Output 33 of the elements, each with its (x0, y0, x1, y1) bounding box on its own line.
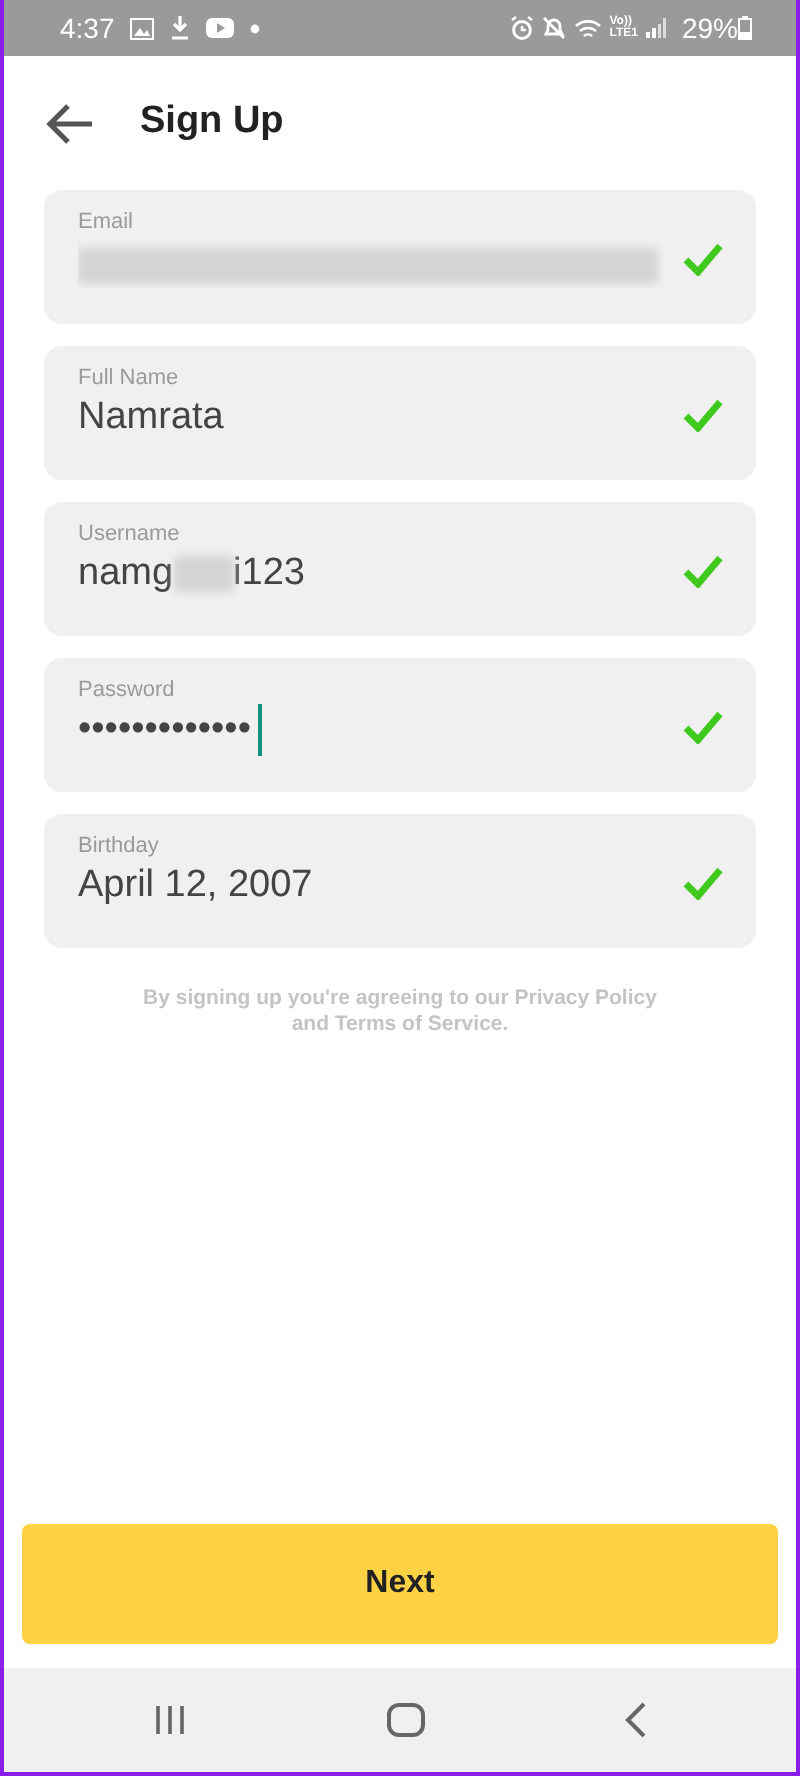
redacted-value (173, 555, 234, 592)
field-value: ••••••••••••• (78, 708, 251, 751)
battery-icon (738, 16, 752, 40)
field-label: Email (78, 210, 136, 236)
field-value: i123 (233, 552, 305, 594)
home-button[interactable] (385, 1702, 426, 1738)
clock-time: 4:37 (60, 9, 115, 47)
alarm-icon (509, 16, 534, 40)
field-label: Full Name (78, 366, 181, 392)
form-field[interactable]: Birthday April 12, 2007 (44, 814, 756, 948)
form-field[interactable]: Password ••••••••••••• (44, 658, 756, 792)
image-icon (130, 17, 155, 39)
download-icon (170, 16, 191, 40)
form-field[interactable]: Username namg i123 (44, 502, 756, 636)
field-value: April 12, 2007 (78, 864, 313, 906)
form-field[interactable]: Full Name Namrata (44, 346, 756, 480)
page-title: Sign Up (140, 98, 284, 147)
terms-text: By signing up you're agreeing to our Privacy Policy and Terms of Service. (141, 986, 659, 1038)
play-icon (206, 18, 235, 38)
mute-icon (541, 16, 566, 40)
field-label: Username (78, 522, 182, 548)
dot-icon (250, 23, 261, 33)
back-nav-button[interactable] (624, 1702, 649, 1738)
field-label: Birthday (78, 834, 161, 860)
wifi-icon (573, 17, 602, 39)
field-label: Password (78, 678, 177, 704)
signal-icon (645, 18, 666, 38)
field-value: Namrata (78, 396, 224, 438)
back-button[interactable] (44, 101, 96, 145)
recent-apps-button[interactable] (151, 1704, 188, 1736)
field-value: namg (78, 552, 174, 594)
battery-percent: 29% (681, 9, 738, 47)
next-button[interactable]: Next (22, 1524, 778, 1644)
